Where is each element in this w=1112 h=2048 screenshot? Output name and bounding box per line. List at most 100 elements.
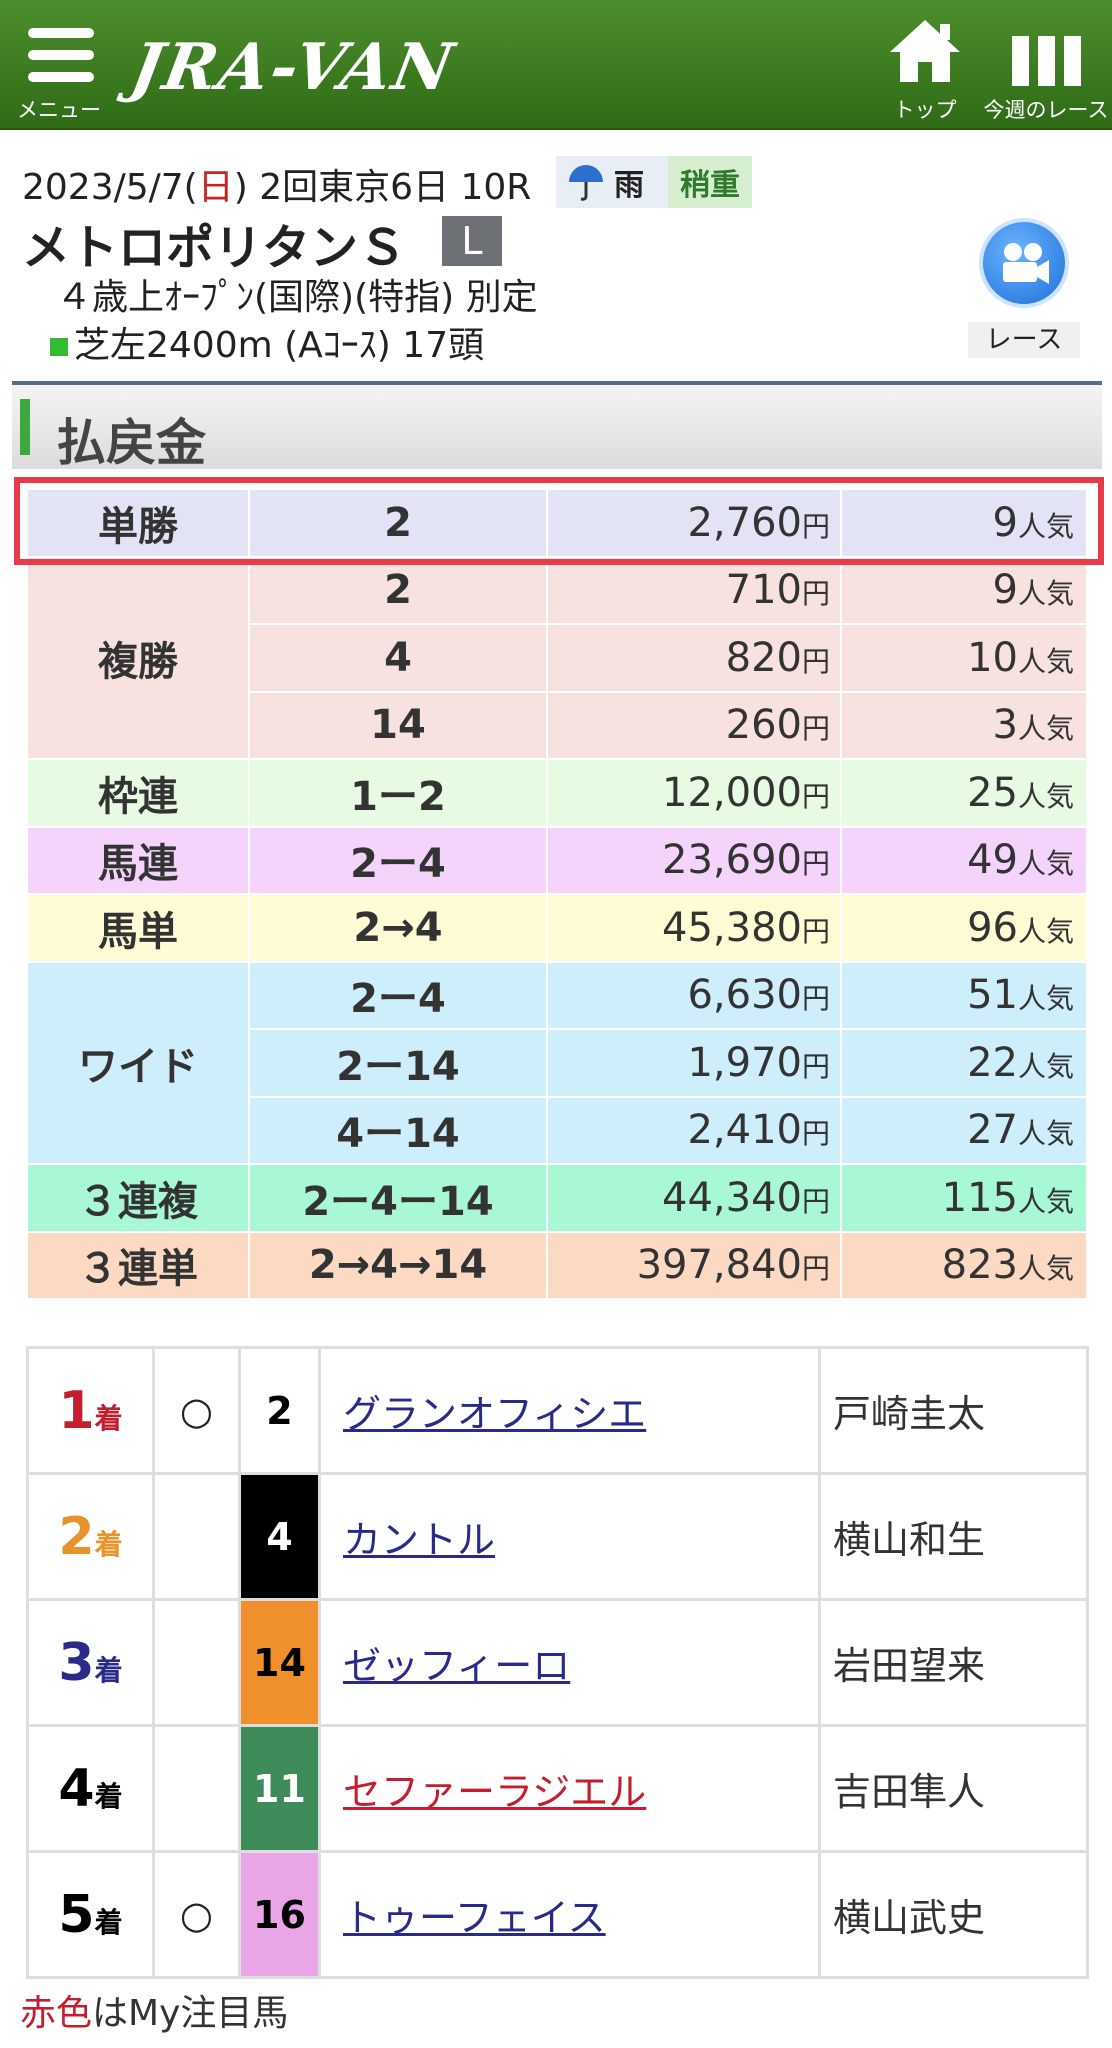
ninki-unit: 人気 (1017, 1184, 1074, 1218)
race-date-venue: 2023/5/7(日) 2回東京6日 10R (22, 158, 531, 210)
yen-unit: 円 (801, 779, 830, 813)
section-accent-bar (20, 399, 30, 455)
amount-value: 2,410 (687, 1107, 802, 1154)
result-row: 5着 ○ 16 トゥーフェイス 横山武史 (26, 1850, 1089, 1979)
race-video-label: レース (968, 322, 1080, 358)
bet-type: 単勝 (26, 488, 250, 558)
prediction-mark: ○ (152, 1346, 241, 1475)
popularity: 9人気 (840, 488, 1088, 558)
rank-unit: 着 (94, 1779, 123, 1813)
amount-value: 45,380 (662, 904, 802, 951)
finish-rank: 4着 (26, 1724, 155, 1853)
popularity: 823人気 (840, 1230, 1088, 1300)
payout-amount: 44,340円 (546, 1163, 842, 1233)
horse-name-link[interactable]: カントル (343, 1518, 495, 1562)
horse-name-link[interactable]: セファーラジエル (343, 1770, 646, 1814)
payout-row: 枠連 1ー2 12,000円 25人気 (26, 758, 1088, 828)
horse-number: 4 (238, 1472, 321, 1601)
bet-type: 馬単 (26, 893, 250, 963)
ninki-unit: 人気 (1017, 847, 1074, 881)
yen-unit: 円 (801, 914, 830, 948)
results-table: 1着 ○ 2 グランオフィシエ 戸崎圭太 2着 4 カントル 横山和生 3着 14 ゼッフィーロ 岩田望… (26, 1346, 1089, 1979)
popularity: 9人気 (840, 555, 1088, 625)
race-course: 芝左2400m (Aｺｰｽ) 17頭 (50, 316, 484, 368)
home-icon (890, 20, 960, 82)
note-red-text: 赤色 (20, 1993, 93, 2034)
popularity-value: 49 (967, 837, 1018, 884)
popularity: 25人気 (840, 758, 1088, 828)
rank-unit: 着 (94, 1905, 123, 1939)
popularity: 115人気 (840, 1163, 1088, 1233)
turf-marker (50, 338, 68, 356)
yen-unit: 円 (801, 1049, 830, 1083)
horse-name-link[interactable]: グランオフィシエ (343, 1392, 646, 1436)
result-row: 2着 4 カントル 横山和生 (26, 1472, 1089, 1601)
payout-amount: 397,840円 (546, 1230, 842, 1300)
bet-type: ３連単 (26, 1230, 250, 1300)
popularity: 96人気 (840, 893, 1088, 963)
ninki-unit: 人気 (1017, 644, 1074, 678)
popularity-value: 10 (967, 634, 1018, 681)
combination: 2ー14 (248, 1028, 548, 1098)
combination: 2ー4 (248, 960, 548, 1030)
horse-name-link[interactable]: ゼッフィーロ (343, 1644, 570, 1688)
payout-table: 単勝 2 2,760円 9人気 複勝 2 710円 9人気 4 820円 10人気 14 260円 3人気… (26, 488, 1088, 1300)
menu-label: メニュー (17, 98, 101, 122)
finish-rank: 5着 (26, 1850, 155, 1979)
amount-value: 710 (725, 567, 802, 614)
popularity-value: 3 (992, 702, 1018, 749)
combination: 2ー4ー14 (248, 1163, 548, 1233)
horse-name-link[interactable]: トゥーフェイス (343, 1896, 606, 1940)
weather-badge: 雨 稍重 (556, 156, 752, 208)
bet-type: 複勝 (26, 555, 250, 760)
result-row: 1着 ○ 2 グランオフィシエ 戸崎圭太 (26, 1346, 1089, 1475)
rank-number: 1 (58, 1380, 95, 1441)
bet-type: ３連複 (26, 1163, 250, 1233)
note-rest: はMy注目馬 (92, 1993, 289, 2034)
popularity-value: 25 (967, 769, 1018, 816)
umbrella-icon (569, 165, 603, 201)
this-week-races-button[interactable]: 今週のレース (980, 18, 1112, 122)
payout-amount: 260円 (546, 690, 842, 760)
yen-unit: 円 (801, 1252, 830, 1286)
horse-number: 14 (238, 1598, 321, 1727)
ninki-unit: 人気 (1017, 509, 1074, 543)
combination: 4ー14 (248, 1095, 548, 1165)
payout-amount: 6,630円 (546, 960, 842, 1030)
payout-row: ワイド 2ー4 6,630円 51人気 (26, 960, 1088, 1165)
menu-button[interactable]: メニュー (14, 18, 104, 122)
yen-unit: 円 (801, 712, 830, 746)
ninki-unit: 人気 (1017, 779, 1074, 813)
app-header: メニュー JRA-VAN トップ 今週のレース (0, 0, 1112, 130)
ninki-unit: 人気 (1017, 982, 1074, 1016)
popularity-value: 51 (967, 972, 1018, 1019)
jockey-name: 戸崎圭太 (818, 1346, 1089, 1475)
horse-name-cell: トゥーフェイス (318, 1850, 821, 1979)
race-video-button[interactable]: レース (968, 218, 1080, 358)
date-suffix: ) 2回東京6日 10R (233, 167, 532, 208)
horse-name-cell: セファーラジエル (318, 1724, 821, 1853)
horse-name-cell: カントル (318, 1472, 821, 1601)
legend-note: 赤色はMy注目馬 (20, 1984, 288, 2036)
rank-unit: 着 (94, 1401, 123, 1435)
ninki-unit: 人気 (1017, 914, 1074, 948)
top-button[interactable]: トップ (880, 18, 970, 122)
ninki-unit: 人気 (1017, 712, 1074, 746)
payout-amount: 45,380円 (546, 893, 842, 963)
payout-row: 単勝 2 2,760円 9人気 (26, 488, 1088, 558)
result-row: 4着 11 セファーラジエル 吉田隼人 (26, 1724, 1089, 1853)
popularity-value: 115 (941, 1174, 1018, 1221)
payout-row: 馬単 2→4 45,380円 96人気 (26, 893, 1088, 963)
payout-row: ３連複 2ー4ー14 44,340円 115人気 (26, 1163, 1088, 1233)
payout-amount: 12,000円 (546, 758, 842, 828)
amount-value: 23,690 (662, 837, 802, 884)
popularity-value: 22 (967, 1039, 1018, 1086)
weekday: 日 (197, 167, 234, 208)
combination: 2→4→14 (248, 1230, 548, 1300)
amount-value: 260 (725, 702, 802, 749)
movie-camera-icon (979, 218, 1069, 308)
amount-value: 12,000 (662, 769, 802, 816)
jra-van-logo[interactable]: JRA-VAN (125, 30, 460, 105)
horse-number: 11 (238, 1724, 321, 1853)
top-label: トップ (893, 98, 957, 122)
